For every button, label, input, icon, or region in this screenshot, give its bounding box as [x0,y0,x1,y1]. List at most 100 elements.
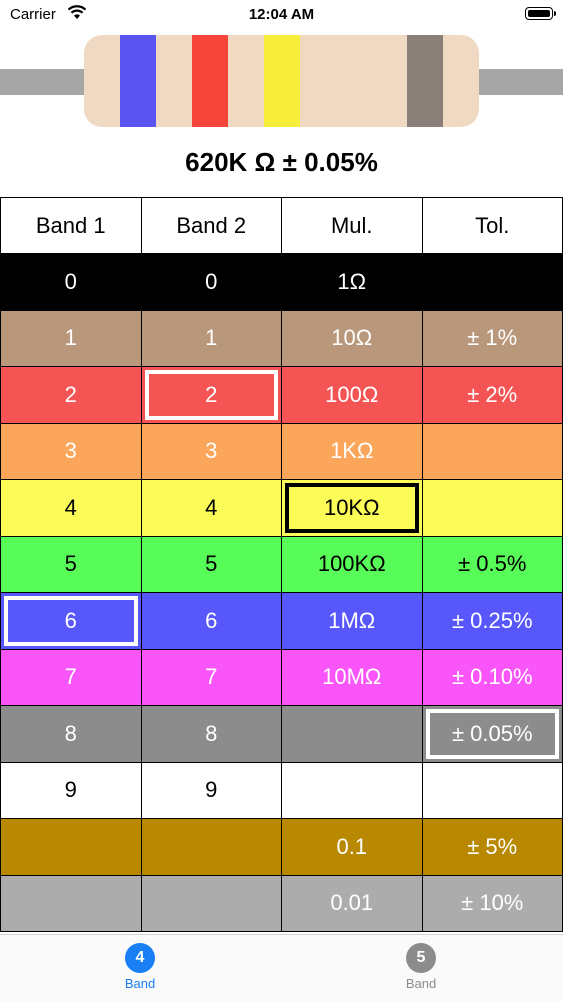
cell-label: 9 [65,777,77,803]
cell-band-1[interactable] [0,876,142,933]
cell-label: 100Ω [325,382,378,408]
tab-5-band[interactable]: 5 Band [381,943,461,991]
cell-band-2[interactable]: 0 [142,254,283,311]
tab-5-band-label: Band [381,976,461,991]
cell-label: 4 [205,495,217,521]
cell-multiplier[interactable]: 10MΩ [282,650,423,707]
cell-label: 5 [65,551,77,577]
cell-label: 0 [205,269,217,295]
header-multiplier: Mul. [282,197,423,254]
cell-label: 100KΩ [318,551,386,577]
cell-band-2[interactable]: 3 [142,424,283,481]
cell-multiplier[interactable]: 100KΩ [282,537,423,594]
table-row: 3 3 1KΩ [0,424,563,481]
cell-band-2[interactable]: 2 [142,367,283,424]
cell-band-2[interactable]: 7 [142,650,283,707]
cell-multiplier[interactable]: 100Ω [282,367,423,424]
cell-label: 1KΩ [330,438,373,464]
cell-band-1[interactable]: 7 [0,650,142,707]
cell-multiplier[interactable]: 10KΩ [282,480,423,537]
cell-label: 2 [205,382,217,408]
cell-label: 1MΩ [328,608,375,634]
header-band-1: Band 1 [0,197,142,254]
cell-tolerance[interactable]: ± 2% [423,367,563,424]
cell-tolerance[interactable]: ± 1% [423,311,563,368]
cell-label: 6 [205,608,217,634]
resistance-value: 620K Ω ± 0.05% [0,147,563,178]
cell-label: 10Ω [331,325,372,351]
table-row: 7 7 10MΩ ± 0.10% [0,650,563,707]
cell-band-1[interactable]: 5 [0,537,142,594]
cell-tolerance[interactable]: ± 0.10% [423,650,563,707]
table-row: 2 2 100Ω ± 2% [0,367,563,424]
cell-label: ± 1% [467,325,517,351]
table-header-row: Band 1 Band 2 Mul. Tol. [0,197,563,254]
cell-multiplier[interactable]: 1Ω [282,254,423,311]
cell-label: ± 0.25% [452,608,533,634]
cell-label: ± 0.5% [458,551,526,577]
cell-multiplier[interactable]: 0.01 [282,876,423,933]
cell-band-2[interactable]: 4 [142,480,283,537]
cell-label: 1Ω [337,269,366,295]
cell-label: 8 [205,721,217,747]
tab-5-band-icon: 5 [406,943,436,973]
tab-4-band[interactable]: 4 Band [100,943,180,991]
cell-label: 3 [205,438,217,464]
cell-band-2[interactable] [142,819,283,876]
cell-multiplier[interactable] [282,763,423,820]
cell-label: 10MΩ [322,664,381,690]
cell-label: 1 [65,325,77,351]
cell-band-1[interactable]: 2 [0,367,142,424]
cell-multiplier[interactable]: 1KΩ [282,424,423,481]
cell-band-1[interactable] [0,819,142,876]
cell-tolerance[interactable]: ± 5% [423,819,563,876]
cell-multiplier[interactable]: 1MΩ [282,593,423,650]
cell-band-2[interactable]: 5 [142,537,283,594]
cell-tolerance[interactable]: ± 0.25% [423,593,563,650]
cell-multiplier[interactable]: 0.1 [282,819,423,876]
cell-label: 0 [65,269,77,295]
cell-label: ± 10% [461,890,523,916]
cell-label: 6 [65,608,77,634]
cell-tolerance[interactable] [423,424,563,481]
cell-band-2[interactable]: 1 [142,311,283,368]
cell-band-1[interactable]: 9 [0,763,142,820]
cell-label: ± 0.05% [452,721,533,747]
cell-band-1[interactable]: 3 [0,424,142,481]
header-tolerance: Tol. [423,197,563,254]
tab-4-band-label: Band [100,976,180,991]
cell-band-1[interactable]: 4 [0,480,142,537]
cell-band-2[interactable] [142,876,283,933]
table-row: 0.1± 5% [0,819,563,876]
cell-band-2[interactable]: 8 [142,706,283,763]
cell-tolerance[interactable] [423,763,563,820]
cell-label: 7 [205,664,217,690]
table-row: 4 4 10KΩ [0,480,563,537]
header-band-2: Band 2 [142,197,283,254]
table-row: 0.01 ± 10% [0,876,563,933]
resistor-lead-left [0,69,90,95]
status-bar: Carrier 12:04 AM [0,0,563,32]
cell-band-2[interactable]: 9 [142,763,283,820]
cell-label: 5 [205,551,217,577]
cell-tolerance[interactable]: ± 0.05% [423,706,563,763]
cell-tolerance[interactable] [423,254,563,311]
cell-tolerance[interactable]: ± 0.5% [423,537,563,594]
clock: 12:04 AM [0,6,563,23]
resistor-band-multiplier [264,35,300,127]
cell-band-1[interactable]: 6 [0,593,142,650]
table-row: 5 5 100KΩ ± 0.5% [0,537,563,594]
cell-multiplier[interactable] [282,706,423,763]
cell-band-2[interactable]: 6 [142,593,283,650]
resistor-band-tolerance [407,35,443,127]
cell-band-1[interactable]: 0 [0,254,142,311]
cell-label: 8 [65,721,77,747]
resistor-body [84,35,479,127]
cell-label: 0.01 [330,890,373,916]
cell-band-1[interactable]: 1 [0,311,142,368]
cell-tolerance[interactable]: ± 10% [423,876,563,933]
cell-band-1[interactable]: 8 [0,706,142,763]
cell-tolerance[interactable] [423,480,563,537]
cell-label: 1 [205,325,217,351]
cell-multiplier[interactable]: 10Ω [282,311,423,368]
